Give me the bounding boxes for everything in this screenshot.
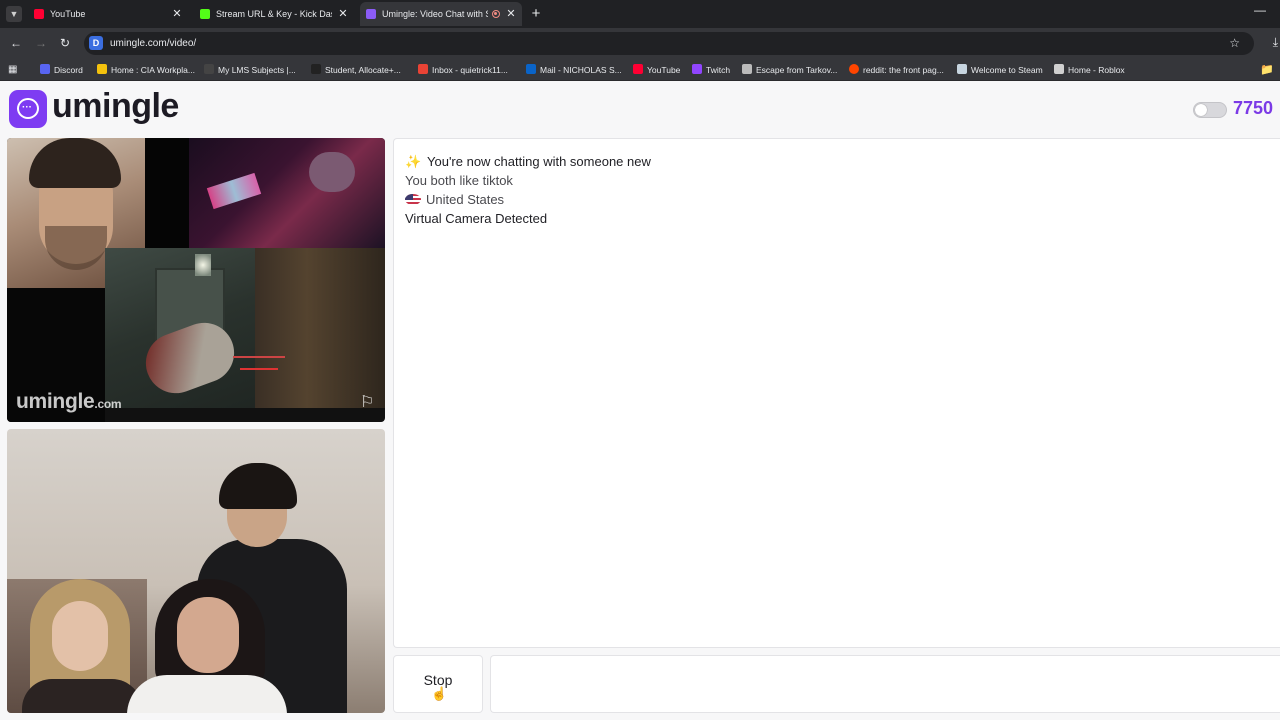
bookmark-youtube[interactable]: YouTube	[633, 59, 680, 81]
bookmark-allocate[interactable]: Student, Allocate+...	[311, 59, 401, 81]
steam-icon	[957, 64, 967, 74]
close-tab-icon[interactable]: ✕	[504, 2, 518, 26]
gmail-icon	[418, 64, 428, 74]
site-info-icon[interactable]: D	[89, 36, 103, 50]
download-icon[interactable]: ⤓	[1273, 35, 1278, 50]
us-flag-icon	[405, 194, 421, 205]
chat-bubble-logo-icon: ···	[9, 90, 47, 128]
recording-icon	[492, 10, 500, 18]
bookmarks-bar: ▦ Discord Home : CIA Workpla... My LMS S…	[0, 59, 1280, 81]
kick-icon	[200, 9, 210, 19]
online-user-count: 7750	[1233, 98, 1274, 118]
close-tab-icon[interactable]: ✕	[170, 2, 184, 26]
cia-icon	[97, 64, 107, 74]
tab-search-button[interactable]: ▼	[6, 6, 22, 22]
logo-text: umingle	[52, 87, 179, 125]
umingle-watermark: umingle.com	[16, 390, 122, 413]
stop-button[interactable]: Stop	[393, 655, 483, 713]
stranger-video: umingle.com ⚐	[7, 138, 385, 422]
browser-tab-strip: ▼ YouTube ✕ Stream URL & Key - Kick Dash…	[0, 0, 1280, 28]
all-bookmarks-folder-icon[interactable]: 📁	[1260, 63, 1274, 76]
tab-umingle[interactable]: Umingle: Video Chat with St ✕	[360, 2, 522, 26]
tarkov-icon	[742, 64, 752, 74]
bookmark-outlook[interactable]: Mail - NICHOLAS S...	[526, 59, 622, 81]
apps-grid-icon[interactable]: ▦	[8, 64, 20, 76]
chat-log: ✨ You're now chatting with someone new Yo…	[393, 138, 1280, 648]
reload-icon[interactable]: ↻	[57, 35, 73, 51]
bookmark-steam[interactable]: Welcome to Steam	[957, 59, 1043, 81]
roblox-icon	[1054, 64, 1064, 74]
address-bar[interactable]: D umingle.com/video/ ☆	[84, 32, 1254, 55]
video-feed-desk	[189, 138, 385, 248]
bookmark-lms[interactable]: My LMS Subjects |...	[204, 59, 296, 81]
allocate-icon	[311, 64, 321, 74]
bookmark-roblox[interactable]: Home - Roblox	[1054, 59, 1125, 81]
chat-common-interest: You both like tiktok	[405, 173, 513, 188]
youtube-icon	[34, 9, 44, 19]
outlook-icon	[526, 64, 536, 74]
browser-toolbar: ← → ↻ D umingle.com/video/ ☆ ⤓	[0, 28, 1280, 59]
chat-virtual-camera-notice: Virtual Camera Detected	[405, 211, 548, 226]
discord-icon	[40, 64, 50, 74]
lms-icon	[204, 64, 214, 74]
bookmark-discord[interactable]: Discord	[40, 59, 83, 81]
tab-youtube[interactable]: YouTube ✕	[28, 2, 188, 26]
back-icon[interactable]: ←	[8, 35, 24, 51]
bookmark-reddit[interactable]: reddit: the front pag...	[849, 59, 944, 81]
video-feed-game	[105, 248, 385, 408]
minimize-window-icon[interactable]: —	[1254, 3, 1266, 17]
close-tab-icon[interactable]: ✕	[336, 2, 350, 26]
chat-country: United States	[405, 192, 504, 207]
hand-cursor-icon: ☝	[431, 686, 448, 701]
sparkles-icon: ✨	[405, 154, 422, 169]
new-tab-button[interactable]: +	[529, 5, 543, 23]
bookmark-star-icon[interactable]: ☆	[1229, 32, 1240, 55]
tab-kick-dashboard[interactable]: Stream URL & Key - Kick Dashb ✕	[194, 2, 354, 26]
toggle-knob	[1195, 104, 1207, 116]
umingle-icon	[366, 9, 376, 19]
chat-system-message: ✨ You're now chatting with someone new	[405, 154, 651, 169]
umingle-page: ··· umingle 7750 umingle.com ⚐ ✨ You're …	[0, 82, 1280, 720]
bookmark-gmail[interactable]: Inbox - quietrick11...	[418, 59, 508, 81]
self-video	[7, 429, 385, 713]
address-url[interactable]: umingle.com/video/	[110, 32, 196, 55]
forward-icon[interactable]: →	[33, 35, 49, 51]
bookmark-tarkov[interactable]: Escape from Tarkov...	[742, 59, 837, 81]
message-input[interactable]	[490, 655, 1280, 713]
bookmark-twitch[interactable]: Twitch	[692, 59, 730, 81]
bookmark-cia-workplace[interactable]: Home : CIA Workpla...	[97, 59, 195, 81]
theme-toggle[interactable]	[1193, 102, 1227, 118]
youtube-icon	[633, 64, 643, 74]
twitch-icon	[692, 64, 702, 74]
reddit-icon	[849, 64, 859, 74]
report-flag-icon[interactable]: ⚐	[360, 394, 378, 412]
